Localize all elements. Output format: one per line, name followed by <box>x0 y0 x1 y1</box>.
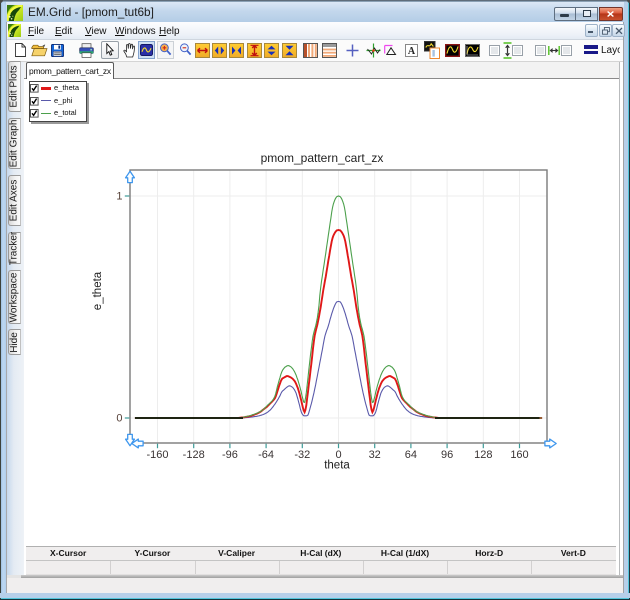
svg-text:160: 160 <box>510 449 528 461</box>
svg-text:0: 0 <box>116 413 122 425</box>
svg-text:-128: -128 <box>183 449 205 461</box>
svg-text:e_theta: e_theta <box>92 271 104 310</box>
svg-text:96: 96 <box>441 449 453 461</box>
svg-text:64: 64 <box>405 449 417 461</box>
svg-text:-32: -32 <box>294 449 310 461</box>
svg-text:pmom_pattern_cart_zx: pmom_pattern_cart_zx <box>261 151 384 165</box>
svg-text:-96: -96 <box>222 449 238 461</box>
svg-text:128: 128 <box>474 449 492 461</box>
svg-text:theta: theta <box>324 460 350 472</box>
svg-text:1: 1 <box>116 191 122 203</box>
svg-text:-160: -160 <box>146 449 168 461</box>
svg-text:-64: -64 <box>258 449 274 461</box>
svg-text:32: 32 <box>369 449 381 461</box>
